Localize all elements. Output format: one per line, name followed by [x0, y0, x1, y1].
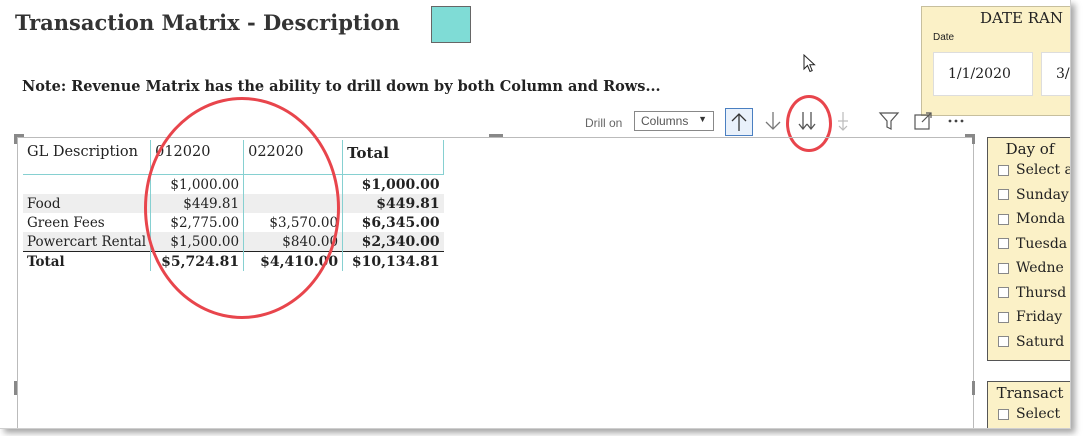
drill-on-select[interactable]: Columns ▼ [634, 111, 714, 131]
column-header[interactable]: Total [342, 140, 445, 175]
row-label: Food [23, 194, 152, 213]
row-total: $1,000.00 [361, 176, 440, 193]
checkbox-icon [998, 408, 1009, 420]
date-range-title: DATE RAN [980, 9, 1064, 27]
slicer-option[interactable]: Sunday [988, 183, 1070, 208]
filter-icon [878, 112, 900, 130]
report-canvas: Transaction Matrix - Description Note: R… [0, 0, 1071, 429]
checkbox-icon [998, 213, 1009, 225]
day-of-week-slicer: Day of Select a Sunday Monda Tuesda Wedn… [987, 137, 1071, 361]
row-label [23, 174, 152, 194]
grand-total: $10,134.81 [342, 251, 444, 271]
slicer-option-label: Wedne [1016, 260, 1064, 276]
slicer-option-label: Tuesda [1016, 235, 1068, 252]
resize-handle[interactable] [489, 134, 503, 137]
slicer-option-label: Friday [1016, 309, 1063, 325]
transaction-slicer: Transact Select [987, 381, 1070, 428]
checkbox-icon [998, 189, 1009, 200]
resize-handle[interactable] [972, 381, 975, 395]
slicer-option-label: Monda [1016, 211, 1066, 227]
drill-up-icon [731, 113, 747, 131]
slicer-option-label: Sunday [1016, 186, 1069, 203]
day-slicer-title: Day of [1005, 140, 1055, 158]
slicer-option[interactable]: Wedne [988, 256, 1070, 281]
checkbox-icon [998, 238, 1009, 249]
slicer-option[interactable]: Thursd [988, 281, 1070, 306]
row-label: Powercart Rental [23, 232, 152, 252]
checkbox-icon [998, 287, 1009, 298]
note-text: Note: Revenue Matrix has the ability to … [22, 78, 661, 95]
mouse-cursor-icon [803, 54, 816, 73]
drill-down-button[interactable] [760, 108, 788, 136]
slicer-option[interactable]: Monda [988, 207, 1070, 232]
drill-on-label: Drill on [585, 116, 623, 130]
resize-handle[interactable] [972, 134, 975, 144]
checkbox-icon [998, 262, 1009, 274]
date-range-slicer: DATE RAN Date 1/1/2020 3/ [921, 6, 1070, 116]
resize-handle[interactable] [14, 381, 17, 395]
column-header[interactable]: GL Description [23, 140, 152, 175]
slicer-option[interactable]: Tuesda [988, 232, 1070, 257]
slicer-option-label: Select [1016, 406, 1061, 422]
slicer-option-label: Thursd [1016, 284, 1067, 301]
slicer-option[interactable]: Select [988, 402, 1070, 427]
row-total: $2,340.00 [342, 232, 444, 252]
total-label: Total [23, 251, 152, 271]
slicer-option-label: Saturd [1016, 333, 1065, 350]
slicer-option-label: Select a [1016, 162, 1071, 178]
checkbox-icon [998, 164, 1009, 176]
row-label: Green Fees [23, 213, 152, 232]
page-title: Transaction Matrix - Description [15, 10, 400, 35]
expand-all-button[interactable] [830, 108, 858, 136]
more-options-button[interactable] [942, 108, 970, 136]
drill-down-icon [765, 112, 781, 130]
filter-button[interactable] [876, 108, 904, 136]
checkbox-icon [998, 311, 1009, 323]
slicer-option[interactable]: Select a [988, 158, 1071, 183]
focus-mode-button[interactable] [910, 108, 938, 136]
drill-on-value: Columns [641, 114, 689, 128]
resize-handle[interactable] [14, 134, 17, 144]
highlight-circle-columns [144, 97, 340, 319]
drill-up-button[interactable] [725, 108, 753, 136]
slicer-option[interactable]: Friday [988, 305, 1070, 330]
slicer-option[interactable]: Saturd [988, 330, 1070, 355]
more-options-icon [948, 119, 964, 123]
checkbox-icon [998, 336, 1009, 347]
color-swatch [431, 6, 471, 43]
chevron-down-icon: ▼ [698, 114, 707, 124]
row-total: $6,345.00 [361, 214, 440, 231]
start-date-input[interactable]: 1/1/2020 [933, 52, 1033, 96]
focus-mode-icon [914, 112, 932, 130]
date-label: Date [933, 32, 955, 43]
end-date-input[interactable]: 3/ [1041, 52, 1070, 96]
transaction-slicer-title: Transact [996, 384, 1064, 402]
expand-all-icon [838, 112, 848, 131]
visual-header-toolbar: Drill on Columns ▼ [584, 108, 984, 138]
row-total: $449.81 [342, 194, 444, 213]
